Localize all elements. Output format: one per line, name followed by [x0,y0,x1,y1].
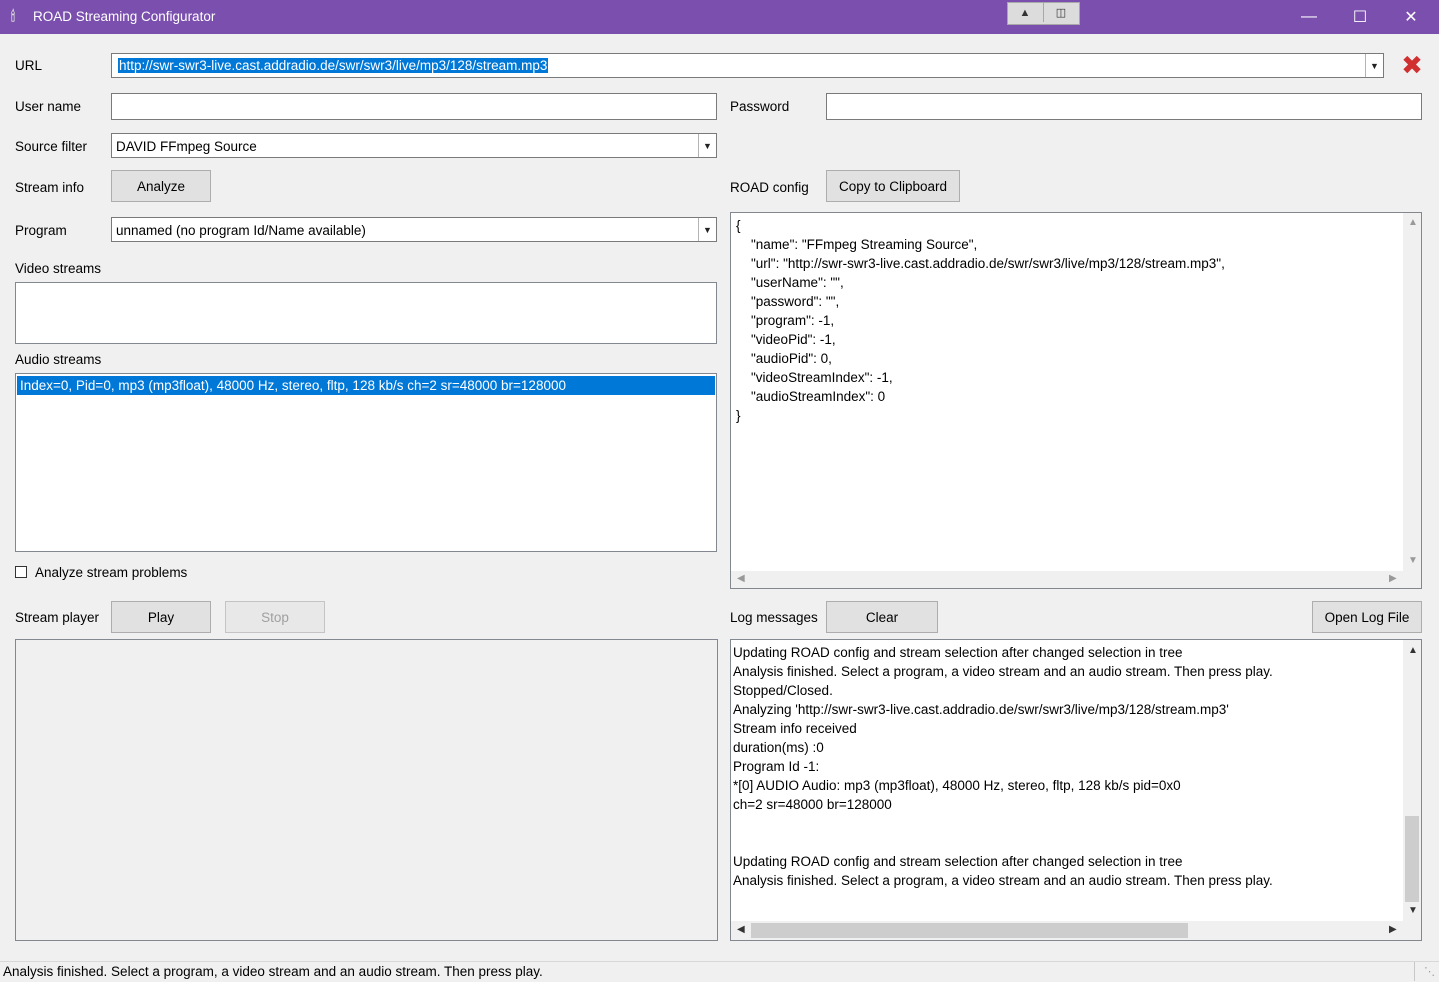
username-input[interactable] [111,93,717,120]
config-line: "url": "http://swr-swr3-live.cast.addrad… [736,256,1225,271]
log-line: Analysis finished. Select a program, a v… [733,873,1273,888]
log-line: duration(ms) :0 [733,740,824,755]
pin-icon[interactable]: ◫ [1043,3,1078,22]
close-window-button[interactable]: ✕ [1388,0,1434,34]
program-label: Program [15,223,67,238]
log-line: Analysis finished. Select a program, a v… [733,664,1273,679]
stop-button[interactable]: Stop [225,601,325,633]
road-config-label: ROAD config [730,180,809,195]
source-filter-label: Source filter [15,139,88,154]
scroll-up-icon[interactable]: ▲ [1408,217,1418,228]
audio-streams-list[interactable]: Index=0, Pid=0, mp3 (mp3float), 48000 Hz… [15,373,717,552]
open-log-file-button[interactable]: Open Log File [1312,601,1422,633]
scroll-down-icon[interactable]: ▼ [1408,555,1418,566]
log-line: Updating ROAD config and stream selectio… [733,645,1183,660]
scroll-corner [1403,571,1421,588]
video-player-area[interactable] [15,639,718,941]
scroll-right-icon[interactable]: ▶ [1389,573,1397,584]
scroll-right-icon[interactable]: ▶ [1389,924,1397,935]
config-line: "name": "FFmpeg Streaming Source", [736,237,978,252]
copy-to-clipboard-button[interactable]: Copy to Clipboard [826,170,960,202]
resize-grip-icon[interactable]: ⋱ [1424,965,1435,978]
log-textbox[interactable]: Updating ROAD config and stream selectio… [730,639,1422,941]
log-line: Stream info received [733,721,857,736]
config-line: "program": -1, [736,313,835,328]
config-line: "audioStreamIndex": 0 [736,389,886,404]
video-streams-label: Video streams [15,261,102,276]
analyze-problems-checkbox[interactable] [15,566,27,578]
stream-player-label: Stream player [15,610,100,625]
log-line: ch=2 sr=48000 br=128000 [733,797,892,812]
log-vertical-scrollbar[interactable]: ▲ ▼ [1403,640,1421,921]
config-line: "password": "", [736,294,840,309]
play-button[interactable]: Play [111,601,211,633]
log-text: Updating ROAD config and stream selectio… [733,643,1273,890]
title-bar: 🕯 ROAD Streaming Configurator ▲ ◫ — ☐ ✕ [0,0,1439,34]
stream-info-label: Stream info [15,180,85,195]
config-line: "videoPid": -1, [736,332,836,347]
config-line: "userName": "", [736,275,844,290]
clear-log-button[interactable]: Clear [826,601,938,633]
chevron-down-icon[interactable]: ▼ [698,134,716,157]
mini-toolbar: ▲ ◫ [1007,2,1080,25]
config-line: "audioPid": 0, [736,351,832,366]
scroll-thumb[interactable] [1405,816,1419,902]
config-line: { [736,218,741,233]
analyze-problems-label: Analyze stream problems [35,565,188,580]
chevron-down-icon[interactable]: ▼ [698,218,716,241]
log-messages-label: Log messages [730,610,818,625]
url-label: URL [15,58,43,73]
log-line: Program Id -1: [733,759,820,774]
password-label: Password [730,99,790,114]
maximize-button[interactable]: ☐ [1337,0,1383,34]
password-input[interactable] [826,93,1422,120]
analyze-button[interactable]: Analyze [111,170,211,202]
log-line: Updating ROAD config and stream selectio… [733,854,1183,869]
log-horizontal-scrollbar[interactable]: ◀ ▶ [731,921,1403,940]
scroll-left-icon[interactable]: ◀ [737,573,745,584]
eject-icon[interactable]: ▲ [1008,3,1042,22]
config-vertical-scrollbar[interactable]: ▲ ▼ [1403,213,1421,571]
scroll-left-icon[interactable]: ◀ [737,924,745,935]
username-label: User name [15,99,82,114]
minimize-button[interactable]: — [1286,0,1332,34]
clear-url-icon[interactable]: ✖ [1400,52,1424,78]
audio-streams-label: Audio streams [15,352,102,367]
url-value: http://swr-swr3-live.cast.addradio.de/sw… [118,58,549,73]
url-combo[interactable]: http://swr-swr3-live.cast.addradio.de/sw… [111,53,1384,78]
scroll-up-icon[interactable]: ▲ [1408,645,1418,656]
chevron-down-icon[interactable]: ▼ [1365,54,1383,77]
status-divider [1414,962,1415,981]
log-line: Analyzing 'http://swr-swr3-live.cast.add… [733,702,1229,717]
status-bar: Analysis finished. Select a program, a v… [0,961,1439,982]
window-title: ROAD Streaming Configurator [33,9,216,24]
log-line: Stopped/Closed. [733,683,833,698]
scroll-thumb[interactable] [751,923,1188,938]
log-line: *[0] AUDIO Audio: mp3 (mp3float), 48000 … [733,778,1181,793]
app-icon: 🕯 [11,8,15,24]
status-text: Analysis finished. Select a program, a v… [3,964,543,979]
scroll-down-icon[interactable]: ▼ [1408,905,1418,916]
road-config-textbox[interactable]: { "name": "FFmpeg Streaming Source", "ur… [730,212,1422,589]
source-filter-select[interactable]: DAVID FFmpeg Source ▼ [111,133,717,158]
config-line: } [736,408,741,423]
list-item[interactable]: Index=0, Pid=0, mp3 (mp3float), 48000 Hz… [17,376,715,395]
program-select[interactable]: unnamed (no program Id/Name available) ▼ [111,217,717,242]
config-horizontal-scrollbar[interactable]: ◀ ▶ [731,571,1403,588]
scroll-corner [1403,921,1421,940]
video-streams-list[interactable] [15,282,717,344]
road-config-text: { "name": "FFmpeg Streaming Source", "ur… [736,216,1225,425]
config-line: "videoStreamIndex": -1, [736,370,893,385]
